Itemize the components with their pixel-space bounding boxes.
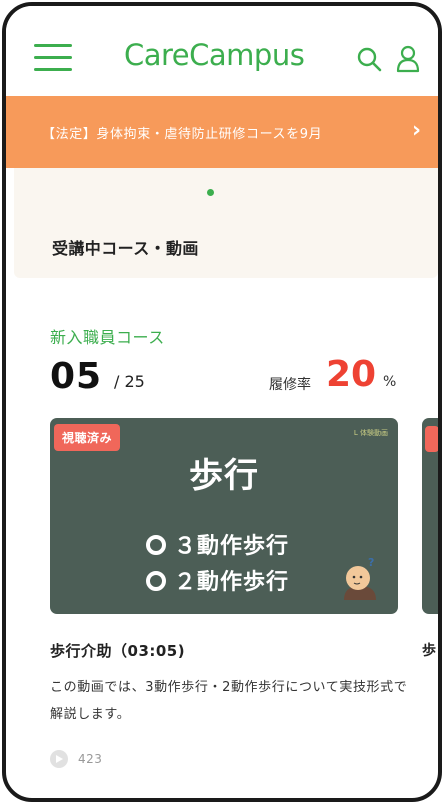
svg-text:?: ? xyxy=(368,556,374,569)
circle-bullet-icon xyxy=(146,535,166,555)
device-frame: CareCampus 【法定】身体拘束・虐待防止研修コースを9月 › 受講中コー… xyxy=(2,2,442,802)
thumbnail-item: ２動作歩行 xyxy=(146,564,289,596)
course-total-count: / 25 xyxy=(114,372,145,391)
view-count: 423 xyxy=(50,750,102,768)
next-video-title[interactable]: 歩 xyxy=(422,640,436,660)
notice-banner[interactable]: 【法定】身体拘束・虐待防止研修コースを9月 › xyxy=(6,96,438,168)
app-header: CareCampus xyxy=(6,6,438,96)
course-current-count: 05 xyxy=(50,356,103,397)
completion-rate-unit: % xyxy=(383,374,397,390)
thumbnail-title: 歩行 xyxy=(189,456,259,496)
app-logo[interactable]: CareCampus xyxy=(124,38,305,72)
watched-badge: 視聴済み xyxy=(54,424,121,451)
carousel-indicator-dot[interactable] xyxy=(207,189,214,196)
hamburger-menu-icon[interactable] xyxy=(34,44,72,72)
thumbnail-item: ３動作歩行 xyxy=(146,528,289,560)
in-progress-section: 受講中コース・動画 xyxy=(14,168,438,278)
course-title[interactable]: 新入職員コース xyxy=(50,324,165,348)
user-icon[interactable] xyxy=(396,45,420,73)
circle-bullet-icon xyxy=(146,571,166,591)
completion-rate-value: 20 xyxy=(326,354,377,395)
next-video-thumbnail[interactable] xyxy=(422,418,438,614)
video-title[interactable]: 歩行介助（03:05) xyxy=(50,640,185,661)
chevron-right-icon[interactable]: › xyxy=(412,118,421,143)
completion-rate-label: 履修率 xyxy=(269,377,311,393)
notice-text: 【法定】身体拘束・虐待防止研修コースを9月 xyxy=(42,127,323,142)
watched-badge xyxy=(425,426,438,452)
elderly-character-icon: ? xyxy=(344,556,376,600)
play-icon xyxy=(50,750,68,768)
video-description: この動画では、3動作歩行・2動作歩行について実技形式で解説します。 xyxy=(50,680,408,722)
search-icon[interactable] xyxy=(356,46,382,72)
thumbnail-brand: L 体験動画 xyxy=(353,429,388,437)
section-title: 受講中コース・動画 xyxy=(52,239,199,258)
view-count-value: 423 xyxy=(78,752,103,766)
video-thumbnail[interactable]: 視聴済み L 体験動画 歩行 ３動作歩行 ２動作歩行 ? xyxy=(50,418,398,614)
